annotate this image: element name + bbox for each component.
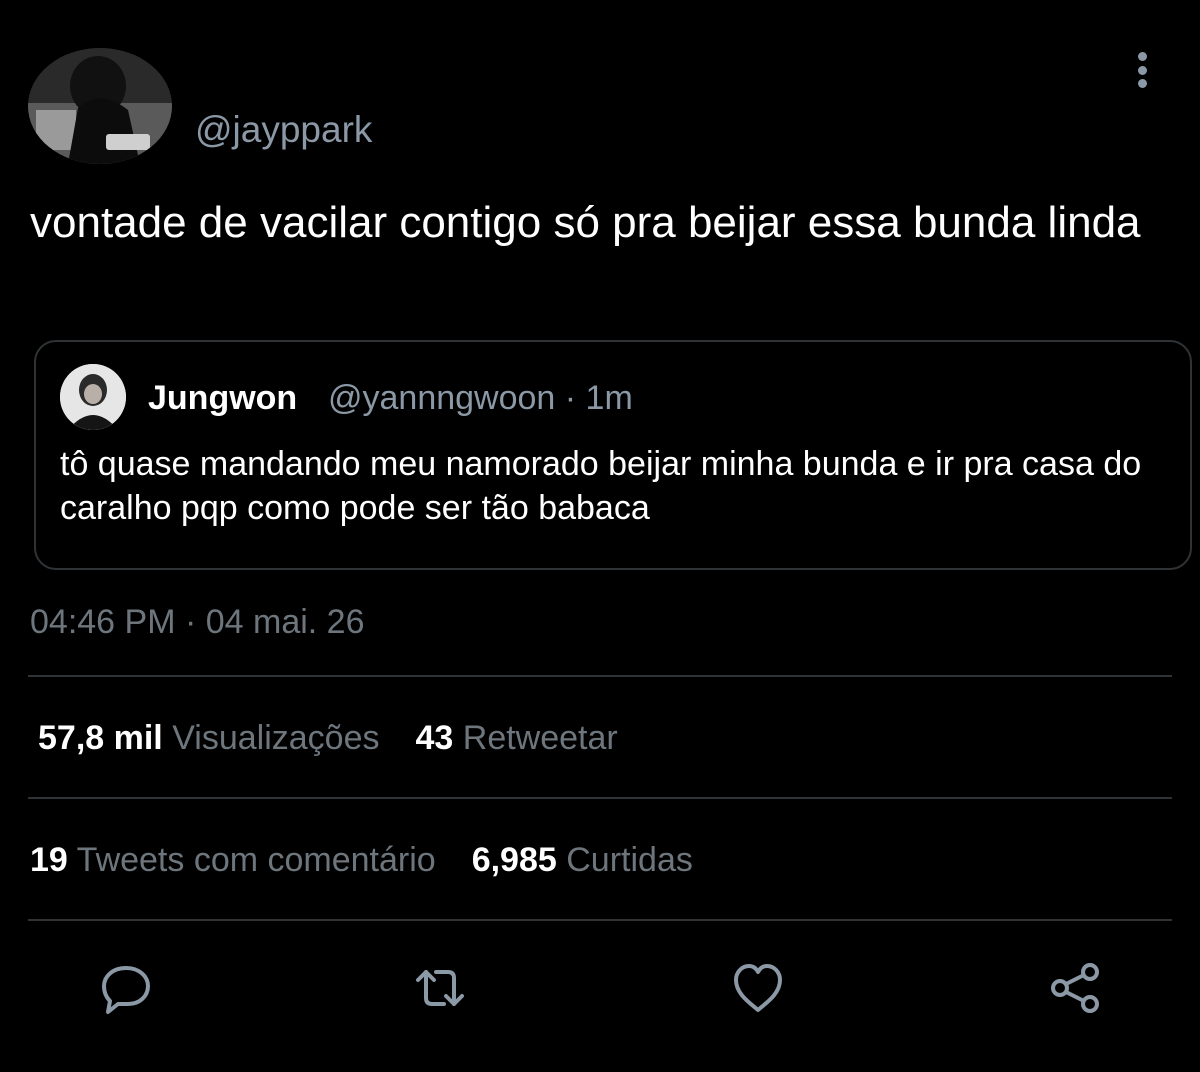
tweet-timestamp[interactable]: 04:46 PM · 04 mai. 26	[30, 600, 365, 644]
views-stat[interactable]: 57,8 mil Visualizações	[38, 719, 379, 757]
heart-icon[interactable]	[728, 958, 788, 1018]
quoted-tweet-text: tô quase mandando meu namorado beijar mi…	[60, 445, 1142, 527]
author-avatar[interactable]	[28, 48, 172, 164]
stats-row-views-retweets: 57,8 mil Visualizações 43 Retweetar	[38, 716, 618, 760]
likes-count: 6,985	[471, 841, 557, 879]
author-avatar-photo	[28, 48, 172, 164]
stats-row-quotes-likes: 19 Tweets com comentário 6,985 Curtidas	[30, 838, 693, 882]
retweet-icon[interactable]	[410, 958, 470, 1018]
divider	[28, 919, 1172, 921]
more-options-icon[interactable]	[1124, 50, 1160, 90]
quoted-display-name[interactable]: Jungwon	[148, 376, 297, 420]
author-handle[interactable]: @jayppark	[195, 108, 372, 152]
share-icon[interactable]	[1046, 958, 1106, 1018]
quotes-count: 19	[30, 841, 68, 879]
retweets-count: 43	[415, 719, 454, 757]
reply-icon[interactable]	[96, 958, 156, 1018]
quoted-avatar-photo	[60, 364, 126, 430]
quoted-handle-time: @yannngwoon · 1m	[328, 379, 633, 417]
quoted-tweet-card[interactable]: Jungwon @yannngwoon · 1m tô quase mandan…	[34, 340, 1192, 570]
divider	[28, 797, 1172, 799]
divider	[28, 675, 1172, 677]
quotes-stat[interactable]: 19 Tweets com comentário	[30, 841, 436, 879]
views-label: Visualizações	[172, 719, 380, 757]
retweets-stat[interactable]: 43 Retweetar	[415, 719, 617, 757]
tweet-text: vontade de vacilar contigo só pra beijar…	[30, 198, 1141, 247]
likes-label: Curtidas	[566, 841, 693, 879]
retweets-label: Retweetar	[462, 719, 618, 757]
quotes-label: Tweets com comentário	[76, 841, 436, 879]
likes-stat[interactable]: 6,985 Curtidas	[472, 841, 693, 879]
quoted-author-avatar	[60, 364, 126, 430]
views-count: 57,8 mil	[38, 719, 163, 757]
